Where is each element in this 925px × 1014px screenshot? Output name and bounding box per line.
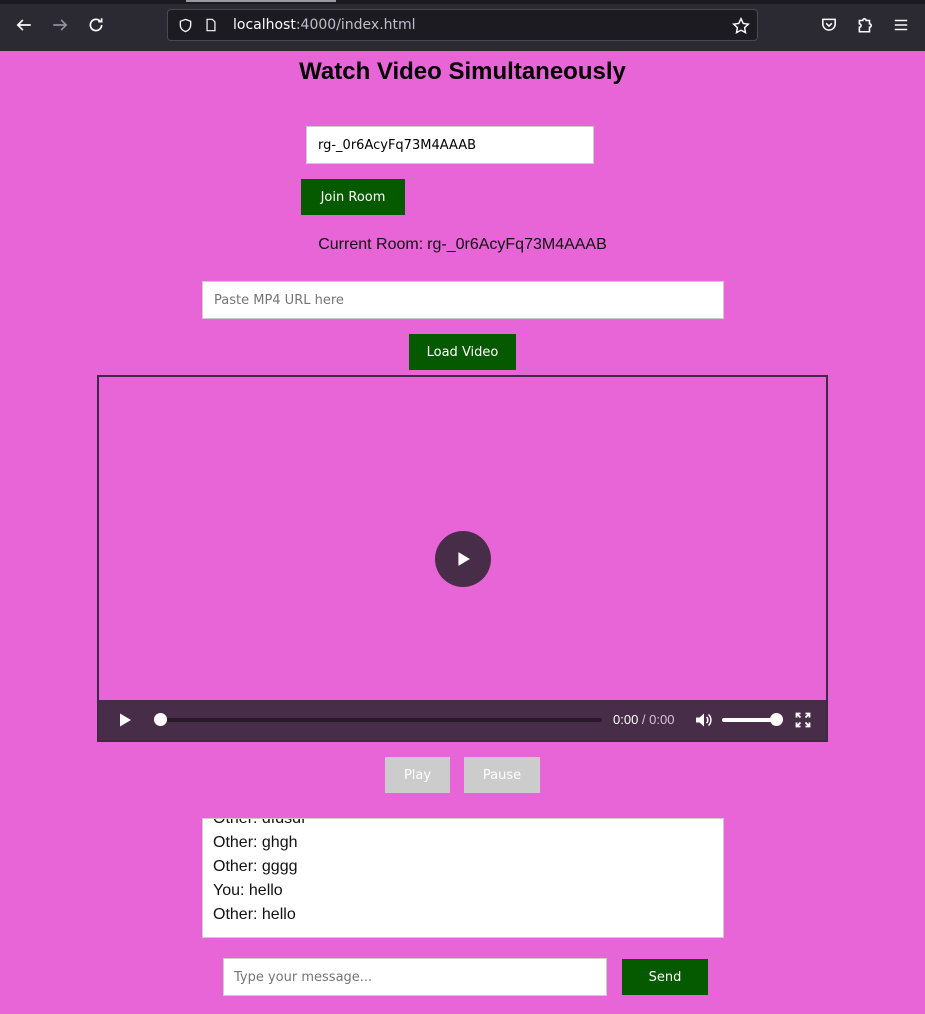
tab-strip: [0, 0, 925, 4]
volume-knob[interactable]: [770, 713, 783, 726]
play-icon[interactable]: [117, 712, 133, 728]
chat-message: Other: ghgh: [213, 834, 298, 851]
chat-list: Other: dfdsdf Other: ghgh Other: gggg You: …: [213, 818, 306, 927]
video-player[interactable]: 0:00 / 0:00: [97, 375, 828, 742]
fullscreen-icon[interactable]: [795, 712, 811, 728]
message-input[interactable]: [223, 958, 607, 996]
chat-message: Other: gggg: [213, 858, 298, 875]
menu-icon[interactable]: [889, 13, 913, 37]
volume-slider[interactable]: [722, 718, 776, 722]
play-button[interactable]: Play: [385, 757, 450, 793]
page-icon[interactable]: [203, 17, 219, 33]
time-display: 0:00 / 0:00: [613, 712, 674, 727]
extensions-icon[interactable]: [853, 13, 877, 37]
active-tab[interactable]: [186, 0, 336, 2]
big-play-icon[interactable]: [435, 531, 491, 587]
current-time: 0:00: [613, 712, 639, 727]
star-icon[interactable]: [732, 16, 750, 35]
reload-icon[interactable]: [84, 13, 108, 37]
progress-knob[interactable]: [154, 713, 167, 726]
join-room-button[interactable]: Join Room: [301, 179, 405, 215]
send-button[interactable]: Send: [622, 959, 708, 995]
load-video-button[interactable]: Load Video: [409, 334, 516, 370]
address-bar[interactable]: localhost:4000/index.html: [167, 9, 758, 41]
url-text[interactable]: localhost:4000/index.html: [233, 17, 416, 33]
chat-message: Other: hello: [213, 906, 296, 923]
time-separator: /: [638, 712, 650, 727]
url-host: localhost: [233, 17, 296, 33]
forward-icon[interactable]: [48, 13, 72, 37]
shield-icon[interactable]: [177, 17, 193, 33]
browser-toolbar: localhost:4000/index.html: [0, 0, 925, 51]
volume-icon[interactable]: [695, 712, 713, 728]
video-controls: 0:00 / 0:00: [99, 700, 826, 740]
url-path: :4000/index.html: [295, 17, 416, 33]
progress-bar[interactable]: [154, 713, 602, 726]
page-title: Watch Video Simultaneously: [299, 58, 626, 85]
current-room-text: Current Room: rg-_0r6AcyFq73M4AAAB: [0, 236, 925, 254]
pause-button[interactable]: Pause: [464, 757, 540, 793]
pocket-icon[interactable]: [817, 13, 841, 37]
video-url-input[interactable]: [202, 281, 724, 319]
room-id-input[interactable]: [306, 126, 594, 164]
chat-message: You: hello: [213, 882, 283, 899]
back-icon[interactable]: [12, 13, 36, 37]
current-room-value: rg-_0r6AcyFq73M4AAAB: [427, 236, 607, 253]
duration: 0:00: [649, 712, 675, 727]
chat-messages[interactable]: Other: dfdsdf Other: ghgh Other: gggg You: …: [202, 818, 724, 938]
current-room-label: Current Room:: [318, 236, 424, 253]
chat-message: Other: dfdsdf: [213, 818, 306, 827]
